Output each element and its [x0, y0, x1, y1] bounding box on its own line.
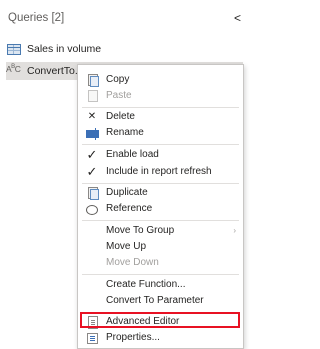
menu-item-enable-load[interactable]: ✓ Enable load — [78, 148, 243, 162]
menu-separator — [82, 107, 239, 108]
menu-item-label: Include in report refresh — [106, 166, 212, 177]
menu-item-label: Delete — [106, 111, 135, 122]
advanced-editor-highlight-box — [80, 312, 240, 328]
menu-item-move-down: Move Down — [78, 256, 243, 270]
paste-icon — [86, 90, 98, 102]
submenu-arrow-icon: › — [233, 226, 236, 235]
menu-item-rename[interactable]: Rename — [78, 126, 243, 140]
menu-item-label: Copy — [106, 74, 130, 85]
menu-item-label: Convert To Parameter — [106, 295, 204, 306]
checkmark-icon: ✓ — [86, 164, 98, 179]
menu-item-include-refresh[interactable]: ✓ Include in report refresh — [78, 165, 243, 179]
queries-count-title: Queries [2] — [8, 12, 65, 24]
menu-item-label: Properties... — [106, 332, 160, 343]
duplicate-icon — [86, 187, 99, 200]
menu-item-delete[interactable]: ✕ Delete — [78, 110, 243, 124]
menu-separator — [82, 274, 239, 275]
menu-item-properties[interactable]: Properties... — [78, 331, 243, 345]
table-icon — [6, 43, 22, 55]
reference-icon — [86, 203, 98, 215]
menu-item-paste: Paste — [78, 89, 243, 103]
properties-icon — [86, 332, 98, 344]
menu-item-convert-to-parameter[interactable]: Convert To Parameter — [78, 294, 243, 308]
delete-x-icon: ✕ — [87, 111, 97, 122]
menu-item-label: Rename — [106, 127, 144, 138]
queries-pane-header: Queries [2] < — [8, 11, 241, 28]
query-item-label: Sales in volume — [27, 43, 102, 55]
rename-icon — [86, 127, 99, 140]
menu-item-label: Move Down — [106, 257, 159, 268]
query-item-sales-in-volume[interactable]: Sales in volume — [6, 40, 243, 58]
query-item-label: ConvertTo... — [27, 65, 84, 77]
collapse-pane-icon[interactable]: < — [234, 11, 241, 25]
menu-item-label: Duplicate — [106, 187, 148, 198]
menu-item-label: Move To Group — [106, 225, 175, 236]
abc-text-icon: ABC — [6, 64, 21, 74]
copy-icon — [86, 74, 99, 87]
menu-item-duplicate[interactable]: Duplicate — [78, 186, 243, 200]
menu-item-create-function[interactable]: Create Function... — [78, 278, 243, 292]
menu-separator — [82, 220, 239, 221]
menu-separator — [82, 144, 239, 145]
menu-item-label: Create Function... — [106, 279, 186, 290]
menu-item-label: Reference — [106, 203, 153, 214]
menu-item-copy[interactable]: Copy — [78, 73, 243, 87]
menu-item-move-to-group[interactable]: Move To Group › — [78, 224, 243, 238]
menu-item-label: Enable load — [106, 149, 159, 160]
menu-item-label: Paste — [106, 90, 132, 101]
context-menu: Copy Paste ✕ Delete Rename ✓ Enable load… — [77, 64, 244, 349]
menu-item-label: Move Up — [106, 241, 147, 252]
menu-item-reference[interactable]: Reference — [78, 202, 243, 216]
menu-separator — [82, 183, 239, 184]
checkmark-icon: ✓ — [86, 147, 98, 162]
menu-item-move-up[interactable]: Move Up — [78, 240, 243, 254]
